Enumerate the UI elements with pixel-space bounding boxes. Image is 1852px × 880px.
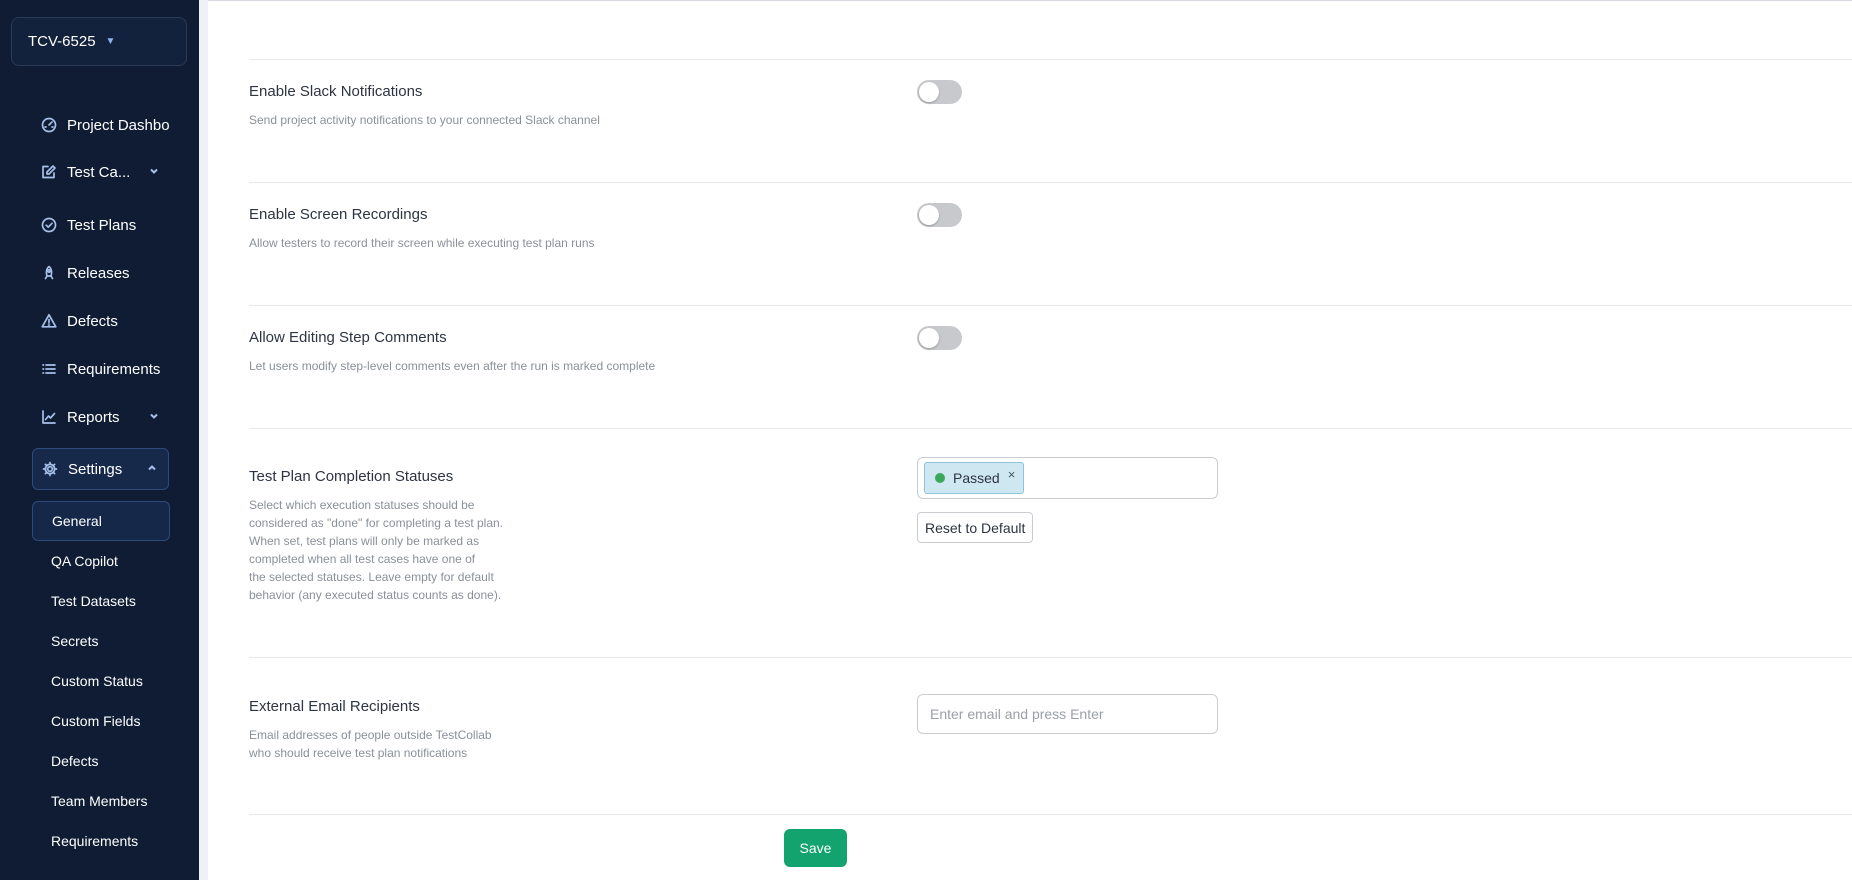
sidebar-item-label: Releases xyxy=(67,264,130,282)
sidebar-item-label: Test Plans xyxy=(67,216,137,234)
sidebar-item-reports[interactable]: Reports xyxy=(32,398,170,436)
remove-tag-icon[interactable]: × xyxy=(1008,467,1016,482)
chevron-down-icon xyxy=(148,164,160,181)
status-tag-passed: Passed × xyxy=(924,462,1025,494)
sidebar-subitem-label: Defects xyxy=(51,753,99,769)
sidebar-subitem-custom-status[interactable]: Custom Status xyxy=(32,661,170,701)
sidebar-item-label: Test Ca... xyxy=(67,163,131,181)
sidebar-item-defects[interactable]: Defects xyxy=(32,302,170,340)
screen-recordings-toggle[interactable] xyxy=(917,203,962,227)
slack-setting-title: Enable Slack Notifications xyxy=(249,83,423,100)
external-email-input[interactable] xyxy=(917,694,1218,734)
toggle-knob xyxy=(919,82,939,102)
divider xyxy=(249,657,1852,658)
toggle-knob xyxy=(919,328,939,348)
sidebar-item-label: Project Dashboa xyxy=(67,116,170,134)
description-line: considered as "done" for completing a te… xyxy=(249,516,504,530)
description-line: completed when all test cases have one o… xyxy=(249,552,476,566)
sidebar: TCV-6525 ▼ Project Dashboa Test Ca... Te… xyxy=(0,0,199,880)
sidebar-item-label: Reports xyxy=(67,408,120,426)
sidebar-subitem-label: Test Datasets xyxy=(51,593,136,609)
rocket-icon xyxy=(40,264,58,282)
step-comments-description: Let users modify step-level comments eve… xyxy=(249,359,656,373)
description-line: When set, test plans will only be marked… xyxy=(249,534,480,548)
divider xyxy=(249,428,1852,429)
sidebar-subitem-label: QA Copilot xyxy=(51,553,118,569)
warning-icon xyxy=(40,312,58,330)
divider xyxy=(249,182,1852,183)
sidebar-subitem-label: Custom Status xyxy=(51,673,143,689)
sidebar-item-label: Defects xyxy=(67,312,118,330)
step-comments-title: Allow Editing Step Comments xyxy=(249,329,447,346)
list-icon xyxy=(40,360,58,378)
chevron-up-icon xyxy=(146,461,158,478)
completion-statuses-description: Select which execution statuses should b… xyxy=(249,496,503,604)
divider xyxy=(249,814,1852,815)
description-line: behavior (any executed status counts as … xyxy=(249,588,502,602)
settings-main: Enable Slack Notifications Send project … xyxy=(208,0,1852,880)
completion-status-multiselect[interactable]: Passed × xyxy=(917,457,1218,499)
sidebar-subitem-label: Requirements xyxy=(51,833,139,849)
description-line: Email addresses of people outside TestCo… xyxy=(249,728,492,742)
sidebar-subitem-label: Custom Fields xyxy=(51,713,141,729)
sidebar-subitem-test-datasets[interactable]: Test Datasets xyxy=(32,581,170,621)
sidebar-subitem-defects[interactable]: Defects xyxy=(32,741,170,781)
divider xyxy=(249,59,1852,60)
toggle-knob xyxy=(919,205,939,225)
reset-to-default-button[interactable]: Reset to Default xyxy=(917,512,1034,543)
sidebar-subitem-label: Team Members xyxy=(51,793,148,809)
external-email-title: External Email Recipients xyxy=(249,698,420,715)
divider xyxy=(249,305,1852,306)
description-line: Select which execution statuses should b… xyxy=(249,498,475,512)
project-selector[interactable]: TCV-6525 ▼ xyxy=(11,17,187,66)
sidebar-subitem-general[interactable]: General xyxy=(32,501,170,541)
screen-recordings-description: Allow testers to record their screen whi… xyxy=(249,236,595,250)
sidebar-item-test-cases[interactable]: Test Ca... xyxy=(32,153,170,191)
sidebar-subitem-secrets[interactable]: Secrets xyxy=(32,621,170,661)
chart-icon xyxy=(40,408,58,426)
sidebar-item-settings[interactable]: Settings xyxy=(32,448,169,490)
chevron-down-icon xyxy=(148,409,160,426)
sidebar-subitem-label: General xyxy=(52,513,102,529)
caret-down-icon: ▼ xyxy=(105,36,116,47)
edit-icon xyxy=(40,163,58,181)
sidebar-subitem-team-members[interactable]: Team Members xyxy=(32,781,170,821)
sidebar-item-releases[interactable]: Releases xyxy=(32,254,170,292)
sidebar-item-project-dashboard[interactable]: Project Dashboa xyxy=(32,106,170,144)
check-circle-icon xyxy=(40,216,58,234)
dashboard-icon xyxy=(40,116,58,134)
screen-recordings-title: Enable Screen Recordings xyxy=(249,206,428,223)
status-dot-icon xyxy=(935,473,945,483)
description-line: who should receive test plan notificatio… xyxy=(249,746,468,760)
sidebar-subitem-requirements[interactable]: Requirements xyxy=(32,821,170,861)
sidebar-item-label: Settings xyxy=(68,460,123,478)
external-email-description: Email addresses of people outside TestCo… xyxy=(249,726,492,762)
gear-icon xyxy=(41,460,59,478)
sidebar-item-label: Requirements xyxy=(67,360,161,378)
step-comments-toggle[interactable] xyxy=(917,326,962,350)
status-tag-label: Passed xyxy=(953,470,1000,486)
sidebar-item-test-plans[interactable]: Test Plans xyxy=(32,206,170,244)
sidebar-subitem-label: Secrets xyxy=(51,633,99,649)
slack-setting-description: Send project activity notifications to y… xyxy=(249,113,600,127)
description-line: the selected statuses. Leave empty for d… xyxy=(249,570,494,584)
save-button[interactable]: Save xyxy=(784,829,847,867)
completion-statuses-title: Test Plan Completion Statuses xyxy=(249,468,454,485)
sidebar-subitem-qa-copilot[interactable]: QA Copilot xyxy=(32,541,170,581)
sidebar-subitem-custom-fields[interactable]: Custom Fields xyxy=(32,701,170,741)
slack-notifications-toggle[interactable] xyxy=(917,80,962,104)
project-name: TCV-6525 xyxy=(28,33,96,50)
sidebar-item-requirements[interactable]: Requirements xyxy=(32,350,170,388)
sidebar-gutter xyxy=(199,0,208,880)
